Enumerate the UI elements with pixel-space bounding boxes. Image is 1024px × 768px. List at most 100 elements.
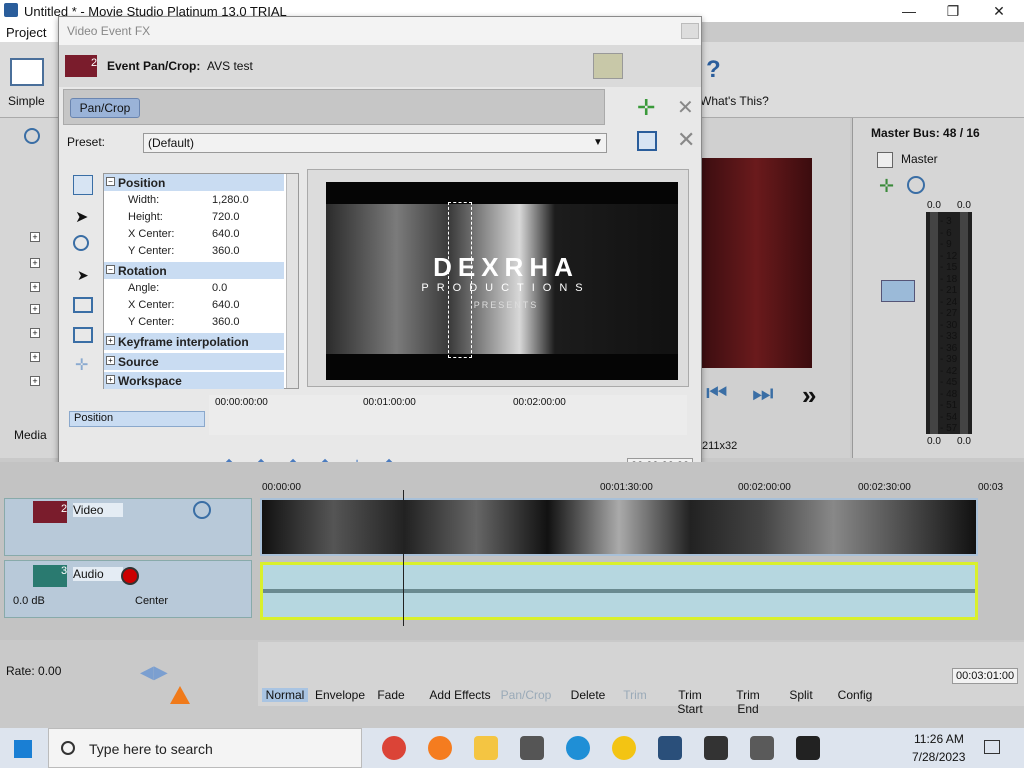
tray-date[interactable]: 7/28/2023 (912, 750, 965, 764)
video-track-header[interactable]: 2 Video (4, 498, 252, 556)
movie-studio-icon[interactable] (658, 736, 682, 760)
group-source[interactable]: + Source (104, 353, 284, 370)
close-button[interactable]: ✕ (976, 0, 1022, 22)
property-value[interactable]: 1,280.0 (212, 194, 249, 206)
video-clip[interactable] (260, 498, 978, 556)
rate-marker-icon[interactable] (170, 686, 190, 704)
edge-icon[interactable] (566, 736, 590, 760)
property-row[interactable]: X Center: 640.0 (104, 297, 284, 314)
preset-dropdown-icon[interactable]: ▼ (593, 137, 603, 148)
property-value[interactable]: 360.0 (212, 316, 240, 328)
mute-icon[interactable] (907, 176, 925, 194)
remove-plugin-icon[interactable]: ✕ (677, 95, 694, 120)
preset-select[interactable]: (Default) (143, 133, 607, 153)
tree-expand-icon[interactable]: + (30, 376, 40, 386)
tool-envelope[interactable]: Envelope (314, 688, 366, 702)
tree-expand-icon[interactable]: + (30, 304, 40, 314)
minimize-button[interactable]: — (886, 0, 932, 22)
simple-mode-label[interactable]: Simple (8, 94, 45, 108)
pan-crop-frame[interactable]: DEXRHA PRODUCTIONS PRESENTS (326, 182, 678, 380)
tree-expand-icon[interactable]: + (30, 258, 40, 268)
pointer-tool-icon[interactable]: ➤ (75, 207, 88, 227)
add-plugin-icon[interactable]: ✛ (637, 95, 655, 121)
move-tool-icon[interactable]: ➤ (77, 267, 89, 284)
group-workspace[interactable]: + Workspace (104, 372, 284, 389)
game-icon[interactable] (704, 736, 728, 760)
group-position[interactable]: − Position (104, 174, 284, 191)
properties-scrollbar[interactable] (286, 174, 298, 388)
audio-clip[interactable] (260, 562, 978, 620)
fx-window-close-button[interactable] (681, 23, 699, 39)
tool-trim-start[interactable]: Trim Start (664, 688, 716, 716)
property-value[interactable]: 640.0 (212, 299, 240, 311)
search-icon[interactable] (24, 128, 40, 144)
tool-config[interactable]: Config (836, 688, 874, 702)
file-explorer-icon[interactable] (474, 736, 498, 760)
next-frame-icon[interactable]: ⏭ (752, 380, 774, 408)
crop-selection-box[interactable] (448, 202, 472, 358)
taskbar-search[interactable]: Type here to search (48, 728, 362, 768)
property-row[interactable]: Width: 1,280.0 (104, 192, 284, 209)
properties-icon[interactable] (73, 175, 93, 195)
media-tab[interactable]: Media (14, 428, 47, 442)
group-rotation[interactable]: − Rotation (104, 262, 284, 279)
expand-icon[interactable]: + (106, 356, 115, 365)
stretch-icon[interactable] (73, 327, 93, 343)
windows-start-icon[interactable] (14, 740, 32, 758)
plugin-pan-crop[interactable]: Pan/Crop (70, 98, 140, 118)
group-keyframe-interpolation[interactable]: + Keyframe interpolation (104, 333, 284, 350)
lock-aspect-icon[interactable] (73, 297, 93, 313)
master-fader[interactable] (881, 280, 915, 302)
store-icon[interactable] (520, 736, 544, 760)
record-arm-icon[interactable] (121, 567, 139, 585)
menu-project[interactable]: Project (6, 25, 46, 40)
tree-expand-icon[interactable]: + (30, 282, 40, 292)
expand-icon[interactable]: + (106, 375, 115, 384)
property-value[interactable]: 0.0 (212, 282, 227, 294)
property-value[interactable]: 360.0 (212, 245, 240, 257)
whats-this-label[interactable]: What's This? (700, 94, 769, 108)
tray-time[interactable]: 11:26 AM (914, 732, 964, 746)
center-move-icon[interactable]: ✛ (75, 355, 88, 375)
tool-delete[interactable]: Delete (568, 688, 608, 702)
keyframe-track-label[interactable]: Position (69, 411, 205, 427)
property-row[interactable]: Angle: 0.0 (104, 280, 284, 297)
collapse-icon[interactable]: − (106, 177, 115, 186)
7zip-icon[interactable] (796, 736, 820, 760)
collapse-icon[interactable]: − (106, 265, 115, 274)
tool-trim-end[interactable]: Trim End (724, 688, 772, 716)
norton-icon[interactable] (612, 736, 636, 760)
tree-expand-icon[interactable]: + (30, 232, 40, 242)
keyframe-timeline[interactable]: 00:00:00:00 00:01:00:00 00:02:00:00 (209, 395, 687, 435)
add-fx-icon[interactable]: ✛ (879, 176, 894, 197)
tree-expand-icon[interactable]: + (30, 328, 40, 338)
property-row[interactable]: Y Center: 360.0 (104, 243, 284, 260)
expand-icon[interactable]: + (106, 336, 115, 345)
zoom-tool-icon[interactable] (73, 235, 89, 251)
fast-forward-icon[interactable]: » (802, 380, 816, 411)
simple-mode-icon[interactable] (10, 58, 44, 86)
chrome-icon[interactable] (382, 736, 406, 760)
audio-track-header[interactable]: 3 Audio 0.0 dB Center (4, 560, 252, 618)
tool-fade[interactable]: Fade (374, 688, 408, 702)
rate-slider-icon[interactable]: ◀▶ (140, 662, 168, 683)
master-fx-icon[interactable] (877, 152, 893, 168)
tree-expand-icon[interactable]: + (30, 352, 40, 362)
mute-icon[interactable] (193, 501, 211, 519)
previous-frame-icon[interactable]: ⏮ (706, 380, 728, 408)
chain-view-icon[interactable] (593, 53, 623, 79)
tool-split[interactable]: Split (786, 688, 816, 702)
property-value[interactable]: 640.0 (212, 228, 240, 240)
delete-preset-icon[interactable]: ✕ (677, 127, 695, 153)
firefox-icon[interactable] (428, 736, 452, 760)
film-icon[interactable] (750, 736, 774, 760)
property-row[interactable]: Height: 720.0 (104, 209, 284, 226)
tool-add-effects[interactable]: Add Effects (428, 688, 492, 702)
property-row[interactable]: X Center: 640.0 (104, 226, 284, 243)
tool-normal[interactable]: Normal (262, 688, 308, 702)
audio-track-name[interactable]: Audio (73, 567, 123, 581)
property-row[interactable]: Y Center: 360.0 (104, 314, 284, 331)
notifications-icon[interactable] (984, 740, 1000, 754)
property-value[interactable]: 720.0 (212, 211, 240, 223)
video-track-name[interactable]: Video (73, 503, 123, 517)
